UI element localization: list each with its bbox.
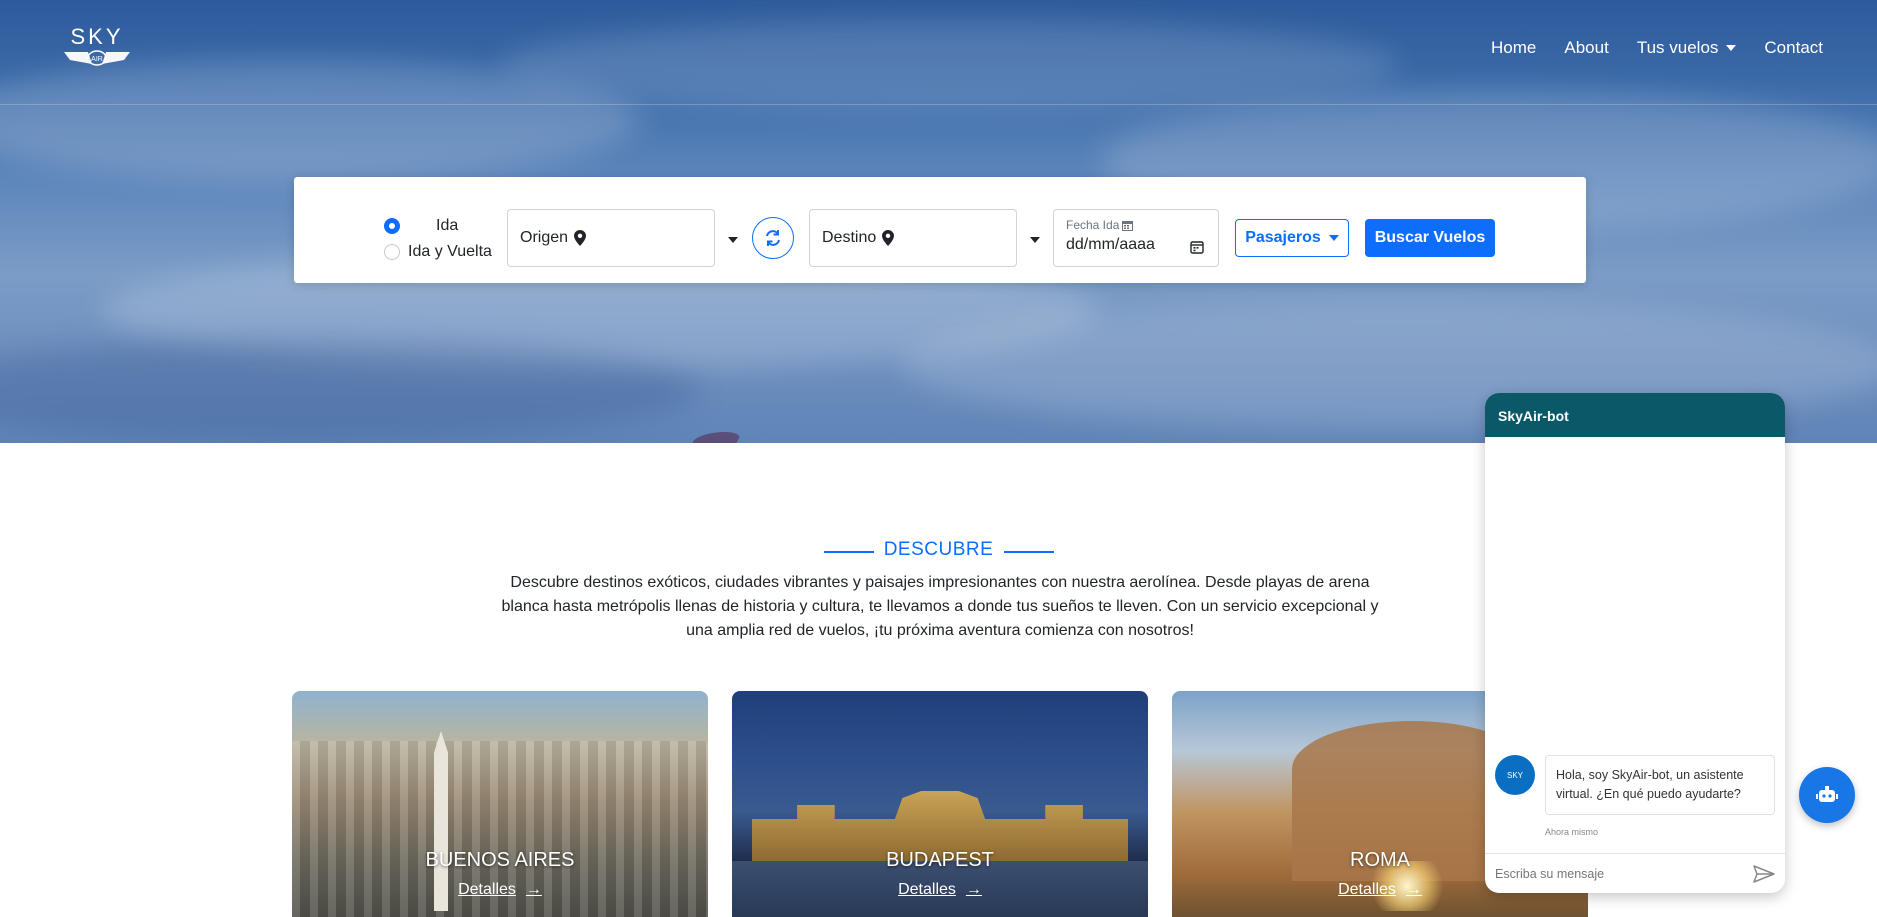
chat-bubble: Hola, soy SkyAir-bot, un asistente virtu… [1545,755,1775,815]
bot-avatar-text: SKY [1506,770,1523,780]
radio-roundtrip[interactable] [384,244,400,260]
arrow-right-icon: → [525,881,542,898]
calendar-small-icon [1122,220,1134,231]
destination-name: BUENOS AIRES [425,849,575,871]
logo-text: SKY [70,24,124,49]
arrow-right-icon: → [965,881,982,898]
main-nav: Home About Tus vuelos Contact [1491,38,1823,58]
nav-divider [0,104,1877,105]
chatbot-toggle-button[interactable] [1799,767,1855,823]
radio-oneway[interactable] [384,218,400,234]
search-flights-button[interactable]: Buscar Vuelos [1365,219,1495,257]
skyair-logo[interactable]: SKY AIR [62,26,132,72]
nav-contact-label: Contact [1764,38,1823,57]
chat-input[interactable]: Escriba su mensaje [1495,867,1604,881]
destination-select[interactable]: Destino [809,209,1017,267]
swap-route-button[interactable] [752,217,794,259]
nav-home[interactable]: Home [1491,38,1536,58]
destination-caret-icon[interactable] [1030,237,1040,243]
origin-caret-icon[interactable] [728,237,738,243]
title-rule-right [1004,551,1054,553]
chatbot-header: SkyAir-bot [1485,393,1785,437]
departure-date-input[interactable]: Fecha Ida dd/mm/aaaa [1053,209,1219,267]
nav-contact[interactable]: Contact [1764,38,1823,58]
destination-name: BUDAPEST [886,849,994,871]
date-value: dd/mm/aaaa [1066,236,1155,253]
details-label: Detalles [898,881,956,898]
search-flights-label: Buscar Vuelos [1374,229,1486,246]
chat-input-bar: Escriba su mensaje [1485,853,1785,893]
radio-roundtrip-label: Ida y Vuelta [408,243,492,260]
logo-wings-icon: AIR [64,50,130,66]
nav-about[interactable]: About [1564,38,1608,58]
flight-search-form: Ida Ida y Vuelta Origen Destino Fecha Id… [294,177,1586,283]
discover-description: Descubre destinos exóticos, ciudades vib… [501,574,1379,639]
nav-flights-dropdown[interactable]: Tus vuelos [1637,38,1737,58]
details-label: Detalles [458,881,516,898]
chat-timestamp: Ahora mismo [1545,827,1599,837]
date-caption: Fecha Ida [1066,218,1120,232]
nav-home-label: Home [1491,38,1537,57]
destination-label: Destino [822,229,877,246]
details-label: Detalles [1338,881,1396,898]
passengers-dropdown[interactable]: Pasajeros [1235,219,1349,257]
destination-details-link[interactable]: Detalles → [732,881,1148,899]
caret-down-icon [1328,235,1339,241]
swap-icon [766,230,780,246]
nav-flights-label: Tus vuelos [1636,38,1719,57]
radio-oneway-label: Ida [436,217,459,234]
chat-message: SKY Hola, soy SkyAir-bot, un asistente v… [1495,755,1775,815]
trip-type-group: Ida Ida y Vuelta [384,213,492,265]
calendar-picker-icon[interactable] [1190,240,1204,254]
map-pin-icon [574,230,587,246]
chatbot-title: SkyAir-bot [1498,408,1569,424]
destination-details-link[interactable]: Detalles → [292,881,708,899]
map-pin-icon [882,230,895,246]
send-icon[interactable] [1753,864,1775,883]
trip-type-roundtrip[interactable]: Ida y Vuelta [384,239,492,265]
passengers-label: Pasajeros [1245,229,1321,246]
robot-icon [1816,786,1838,802]
chatbot-window: SkyAir-bot SKY Hola, soy SkyAir-bot, un … [1485,393,1785,893]
origin-label: Origen [520,229,569,246]
destination-card[interactable]: BUENOS AIRES Detalles → [292,691,708,917]
plane-wing-tip [689,432,743,443]
destination-card[interactable]: BUDAPEST Detalles → [732,691,1148,917]
logo-sub-text: AIR [91,56,103,63]
origin-select[interactable]: Origen [507,209,715,267]
trip-type-oneway[interactable]: Ida [384,213,492,239]
arrow-right-icon: → [1405,881,1422,898]
caret-down-icon [1726,45,1737,51]
nav-about-label: About [1564,38,1609,57]
bot-avatar: SKY [1495,755,1535,795]
